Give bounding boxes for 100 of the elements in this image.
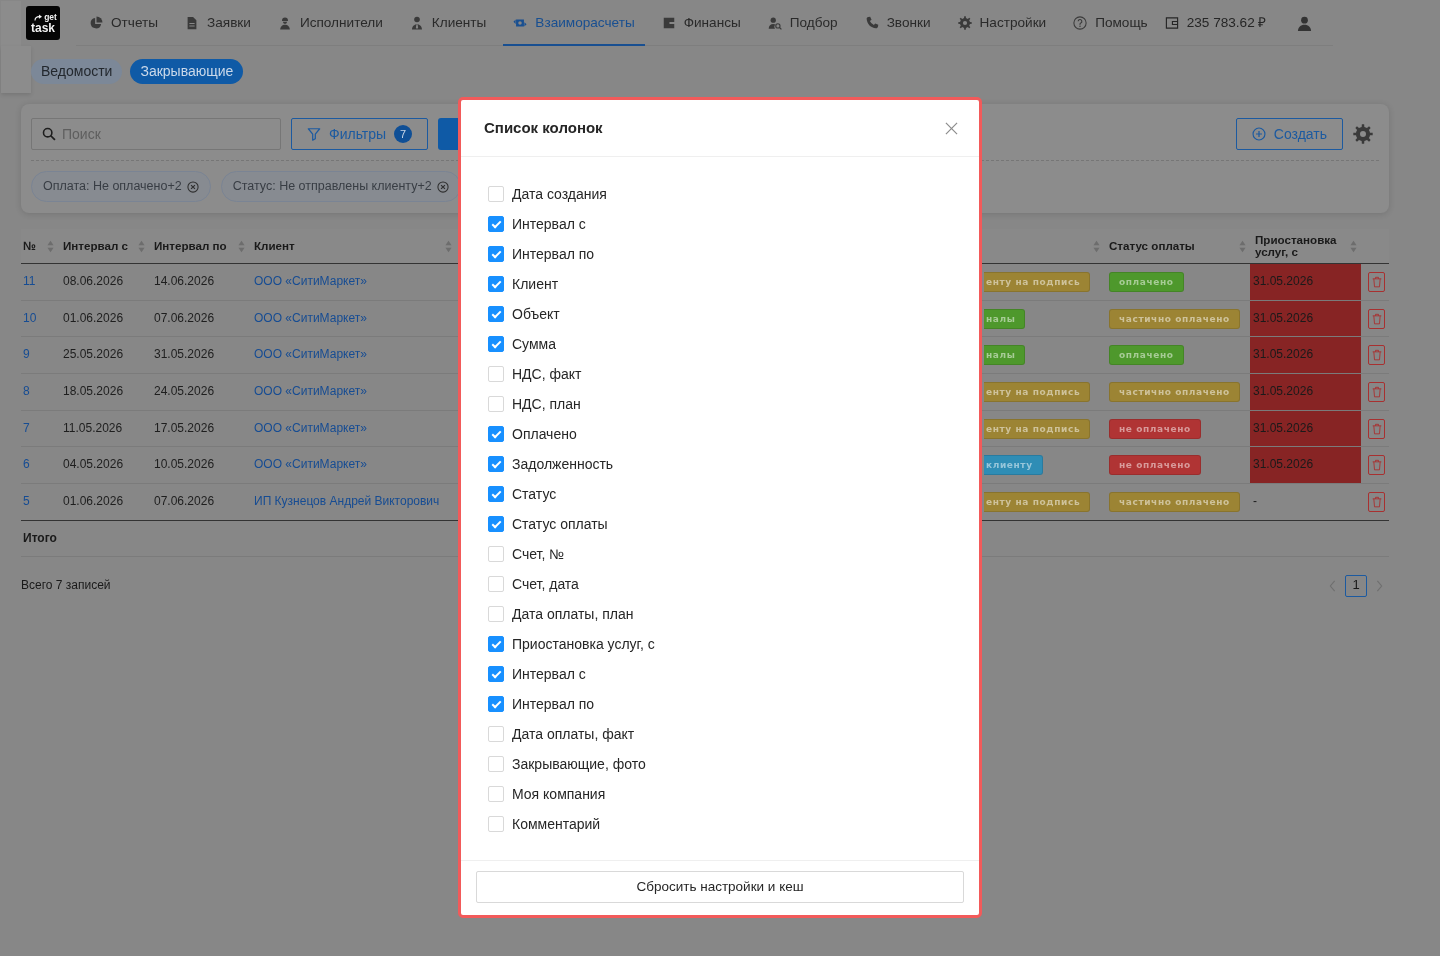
checkbox[interactable] <box>488 276 504 292</box>
nav-tab[interactable]: Исполнители <box>267 1 393 46</box>
sort-icon[interactable] <box>1239 239 1246 253</box>
phone-icon <box>864 15 879 30</box>
row-number-link[interactable]: 11 <box>23 274 36 290</box>
delete-button[interactable] <box>1368 381 1385 402</box>
sort-icon[interactable] <box>138 239 145 253</box>
client-link[interactable]: ООО «СитиМаркет» <box>254 347 367 363</box>
delete-button[interactable] <box>1368 418 1385 439</box>
payment-status-badge: не оплачено <box>1109 455 1201 476</box>
client-link[interactable]: ООО «СитиМаркет» <box>254 310 367 327</box>
previous-page-button[interactable] <box>1329 579 1336 592</box>
checkbox-label[interactable]: Интервал по <box>512 694 595 714</box>
close-button[interactable] <box>945 121 958 135</box>
client-link[interactable]: ИП Кузнецов Андрей Викторович <box>254 494 440 510</box>
settings-icon[interactable] <box>1353 124 1373 144</box>
reset-button[interactable]: Сбросить настройки и кеш <box>476 871 964 903</box>
checkbox[interactable] <box>488 306 504 322</box>
checkbox[interactable] <box>488 696 504 712</box>
checkbox-label[interactable]: Клиент <box>512 274 559 294</box>
checkbox-label[interactable]: Дата создания <box>512 184 607 204</box>
row-number-link[interactable]: 9 <box>23 347 30 363</box>
client-link[interactable]: ООО «СитиМаркет» <box>254 457 367 474</box>
close-circle-icon[interactable] <box>186 180 199 193</box>
row-number-link[interactable]: 8 <box>23 384 30 400</box>
row-number-link[interactable]: 5 <box>23 494 30 510</box>
client-link[interactable]: ООО «СитиМаркет» <box>254 274 367 290</box>
table-cell: 01.06.2026 <box>63 494 124 510</box>
nav-tab[interactable]: Помощь <box>1063 1 1158 46</box>
app-logo[interactable]: get task <box>26 6 60 40</box>
next-page-button[interactable] <box>1376 579 1383 592</box>
nav-tab[interactable]: Клиенты <box>399 1 497 46</box>
delete-button[interactable] <box>1368 308 1385 329</box>
client-link[interactable]: ООО «СитиМаркет» <box>254 420 367 437</box>
sort-icon[interactable] <box>1350 239 1357 253</box>
records-count: Всего 7 записей <box>21 578 111 594</box>
settings-icon <box>957 15 972 30</box>
checkbox-label[interactable]: Комментарий <box>512 814 601 834</box>
subtab-pill[interactable]: Закрывающие <box>130 59 244 84</box>
nav-tab[interactable]: Отчеты <box>79 1 168 46</box>
column-header: № <box>23 239 36 253</box>
checkbox[interactable] <box>488 426 504 442</box>
payment-status-badge: оплачено <box>1109 345 1184 366</box>
delete-button[interactable] <box>1368 271 1385 292</box>
checkbox-label[interactable]: Дата оплаты, план <box>512 604 634 624</box>
checkbox-label[interactable]: Приостановка услуг, с <box>512 634 655 654</box>
checkbox-label[interactable]: Задолженность <box>512 454 614 474</box>
delete-button[interactable] <box>1368 345 1385 366</box>
filters-button[interactable]: Фильтры 7 <box>291 118 429 150</box>
action-button[interactable] <box>438 118 460 150</box>
checkbox-label[interactable]: Статус <box>512 484 557 504</box>
payment-status-badge: частично оплачено <box>1109 491 1240 512</box>
checkbox[interactable] <box>488 516 504 532</box>
page-button[interactable]: 1 <box>1345 574 1367 597</box>
checkbox-label[interactable]: Интервал по <box>512 244 595 264</box>
checkbox-label[interactable]: Закрывающие, фото <box>512 754 646 774</box>
checkbox[interactable] <box>488 456 504 472</box>
checkbox[interactable] <box>488 486 504 502</box>
status-badge: енту на подпись <box>984 381 1091 402</box>
nav-tab[interactable]: Финансы <box>651 1 751 46</box>
checkbox[interactable] <box>488 216 504 232</box>
sort-icon[interactable] <box>238 239 245 253</box>
sort-icon[interactable] <box>47 239 54 253</box>
trash-icon <box>1371 275 1382 288</box>
nav-tab[interactable]: Взаиморасчеты <box>503 1 645 46</box>
checkbox-label[interactable]: Объект <box>512 304 560 324</box>
delete-button[interactable] <box>1368 455 1385 476</box>
checkbox[interactable] <box>488 636 504 652</box>
checkbox-label[interactable]: Счет, дата <box>512 574 579 594</box>
row-number-link[interactable]: 7 <box>23 420 30 437</box>
nav-tab[interactable]: Звонки <box>854 1 941 46</box>
checkbox-label[interactable]: НДС, план <box>512 394 581 414</box>
checkbox[interactable] <box>488 246 504 262</box>
checkbox-label[interactable]: Сумма <box>512 334 556 354</box>
checkbox-label[interactable]: Счет, № <box>512 544 565 564</box>
filter-chip[interactable]: Оплата: Не оплачено+2 <box>31 171 211 202</box>
checkbox-label[interactable]: Статус оплаты <box>512 514 608 534</box>
sort-icon[interactable] <box>1093 239 1100 253</box>
user-icon[interactable] <box>1296 15 1312 31</box>
checkbox-label[interactable]: Моя компания <box>512 784 606 804</box>
filter-chip[interactable]: Статус: Не отправлены клиенту+2 <box>220 171 461 202</box>
close-circle-icon[interactable] <box>436 180 449 193</box>
table-cell-text: - <box>1252 493 1258 511</box>
sort-icon[interactable] <box>445 239 452 253</box>
checkbox-label[interactable]: Интервал с <box>512 664 586 684</box>
row-number-link[interactable]: 6 <box>23 457 30 474</box>
checkbox-label[interactable]: Интервал с <box>512 214 586 234</box>
checkbox-label[interactable]: Дата оплаты, факт <box>512 724 635 744</box>
checkbox-label[interactable]: НДС, факт <box>512 364 582 384</box>
nav-tab[interactable]: Подбор <box>757 1 848 46</box>
table-cell: 31.05.2026 <box>1250 374 1361 410</box>
client-link[interactable]: ООО «СитиМаркет» <box>254 384 367 400</box>
subtab-pill[interactable]: Ведомости <box>31 59 123 84</box>
checkbox-label[interactable]: Оплачено <box>512 424 577 444</box>
checkbox[interactable] <box>488 666 504 682</box>
checkbox[interactable] <box>488 336 504 352</box>
delete-button[interactable] <box>1368 491 1385 512</box>
nav-tab[interactable]: Заявки <box>175 1 261 46</box>
row-number-link[interactable]: 10 <box>23 310 37 327</box>
nav-tab[interactable]: Настройки <box>947 1 1057 46</box>
